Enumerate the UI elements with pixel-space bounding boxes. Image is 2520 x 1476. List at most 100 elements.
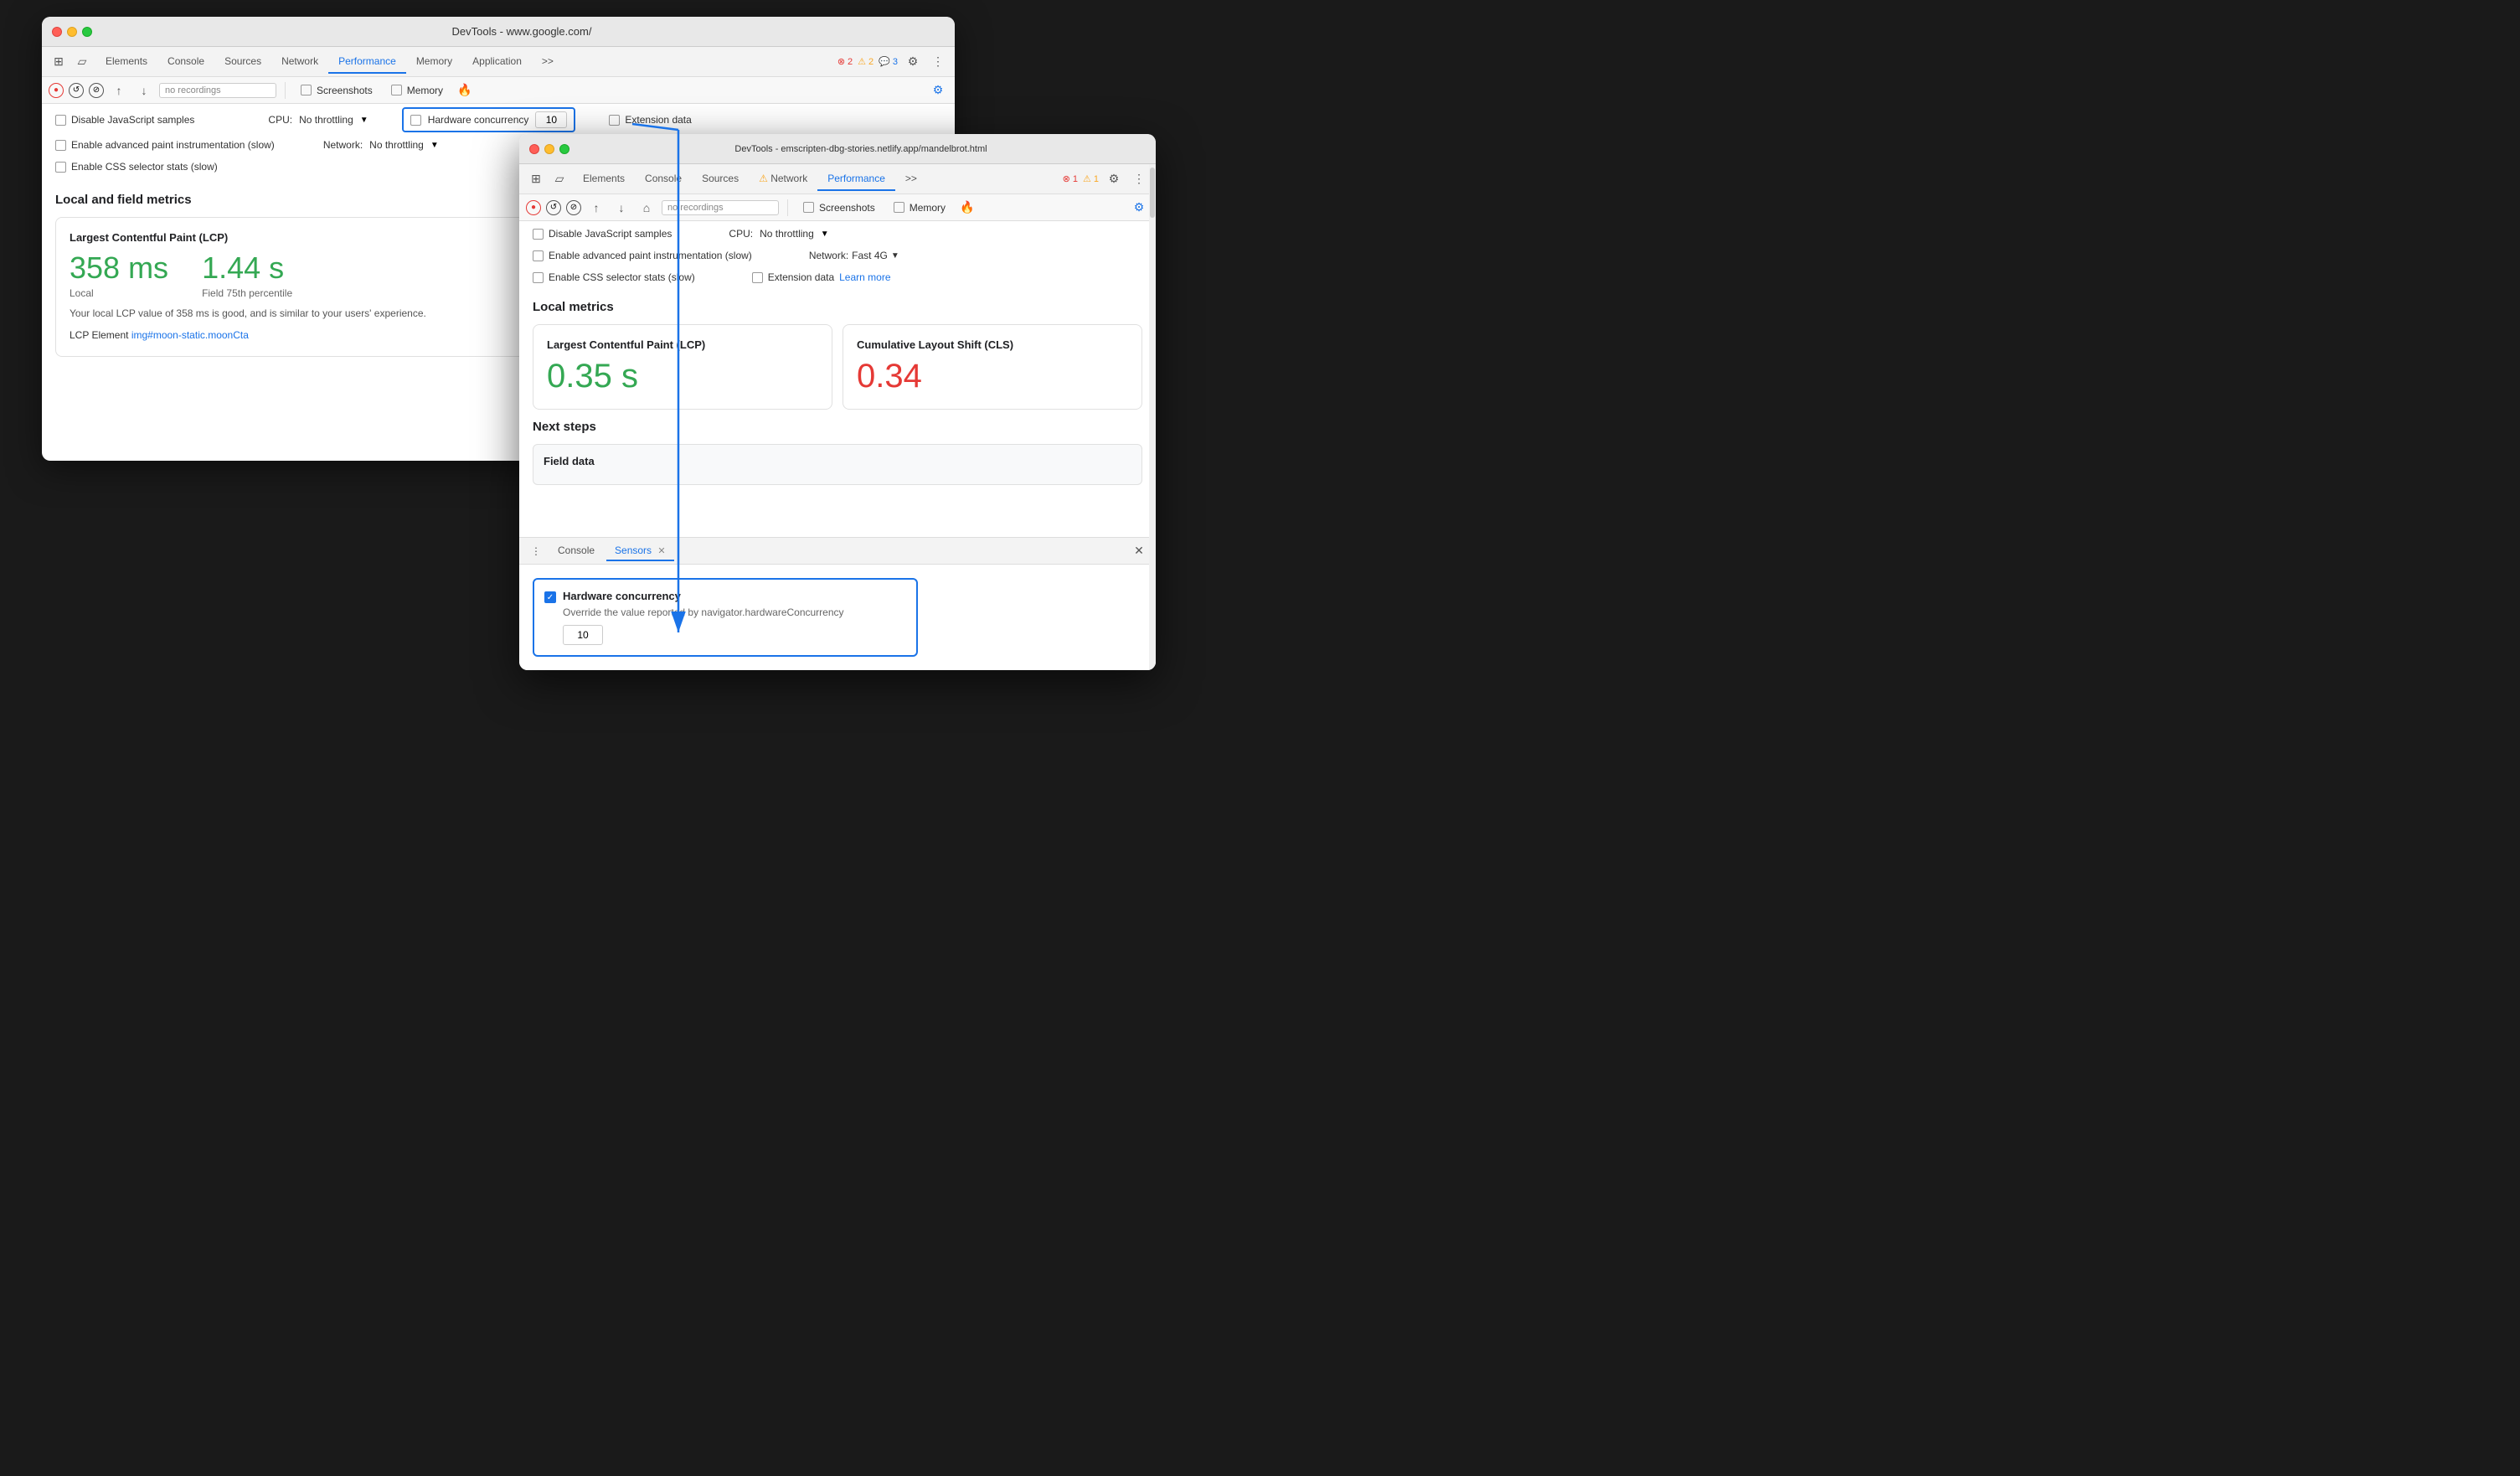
hw-sensors-input[interactable] [563,625,603,645]
front-options: Disable JavaScript samples CPU: No throt… [519,221,1156,290]
front-warn-badge: ⚠ 1 [1083,173,1099,184]
front-settings-icon[interactable]: ⚙ [1104,169,1124,189]
front-flame-icon[interactable]: 🔥 [957,198,977,218]
front-tab-network[interactable]: ⚠ Network [749,168,817,191]
bottom-panel-close-icon[interactable]: ✕ [1129,541,1149,561]
tab-performance[interactable]: Performance [328,50,406,74]
more-options-icon[interactable]: ⋮ [928,52,948,72]
front-cpu-dropdown-icon[interactable]: ▼ [821,230,829,239]
hw-sensors-checkbox[interactable] [544,591,556,603]
lcp-field-value: 1.44 s [202,250,292,286]
front-upload-icon[interactable]: ↑ [586,198,606,218]
lcp-local-value: 358 ms [70,250,168,286]
enable-paint-checkbox[interactable] [55,140,66,151]
front-tab-network-warn: ⚠ [759,173,770,184]
lcp-selector-link[interactable]: img#moon-static.moonCta [131,329,249,341]
front-recordings-input[interactable]: no recordings [662,200,779,215]
next-steps-title: Next steps [533,420,1142,434]
hw-concurrency-input-back[interactable] [535,111,567,128]
record-button[interactable]: ● [49,83,64,98]
front-traffic-lights [529,144,569,154]
flame-icon[interactable]: 🔥 [455,80,475,101]
front-extension-data-checkbox[interactable] [752,272,763,283]
scrollbar[interactable] [1149,164,1156,670]
maximize-button[interactable] [82,27,92,37]
front-record-button[interactable]: ● [526,200,541,215]
close-button[interactable] [52,27,62,37]
front-enable-paint-checkbox[interactable] [533,250,544,261]
front-disable-js-label: Disable JavaScript samples [549,228,672,240]
bottom-tab-console[interactable]: Console [549,541,603,561]
enable-paint-row: Enable advanced paint instrumentation (s… [49,136,281,154]
learn-more-link[interactable]: Learn more [839,271,890,283]
tab-memory[interactable]: Memory [406,50,462,74]
disable-js-checkbox[interactable] [55,115,66,126]
front-enable-css-checkbox[interactable] [533,272,544,283]
hw-sensors-desc: Override the value reported by navigator… [563,606,906,618]
memory-checkbox[interactable] [391,85,402,95]
reload-button[interactable]: ↺ [69,83,84,98]
extension-data-checkbox-back[interactable] [609,115,620,126]
inspector-icon[interactable]: ⊞ [49,52,69,72]
scrollbar-thumb [1150,168,1155,218]
front-tab-more[interactable]: >> [895,168,927,191]
enable-css-label: Enable CSS selector stats (slow) [71,161,218,173]
cpu-dropdown-icon[interactable]: ▼ [360,116,368,125]
bottom-tab-sensors[interactable]: Sensors ✕ [606,541,674,561]
front-lcp-card: Largest Contentful Paint (LCP) 0.35 s [533,324,832,410]
front-more-icon[interactable]: ⋮ [1129,169,1149,189]
front-reload-button[interactable]: ↺ [546,200,561,215]
front-close-button[interactable] [529,144,539,154]
front-stop-button[interactable]: ⊘ [566,200,581,215]
device-icon[interactable]: ▱ [72,52,92,72]
toolbar-separator [285,82,286,99]
screenshots-checkbox-row: Screenshots [294,81,379,100]
toolbar-icons: ⊗ 2 ⚠ 2 💬 3 ⚙ ⋮ [837,52,948,72]
extension-data-label-back: Extension data [625,114,691,126]
tab-console[interactable]: Console [157,50,214,74]
front-titlebar: DevTools - emscripten-dbg-stories.netlif… [519,134,1156,164]
front-home-icon[interactable]: ⌂ [636,198,657,218]
upload-icon[interactable]: ↑ [109,80,129,101]
minimize-button[interactable] [67,27,77,37]
front-memory-checkbox[interactable] [894,202,904,213]
back-toolbar2: ● ↺ ⊘ ↑ ↓ no recordings Screenshots Memo… [42,77,955,104]
tab-sources[interactable]: Sources [214,50,271,74]
front-settings2-icon[interactable]: ⚙ [1129,198,1149,218]
front-minimize-button[interactable] [544,144,554,154]
tab-elements[interactable]: Elements [95,50,157,74]
front-inspector-icon[interactable]: ⊞ [526,169,546,189]
info-badge: 💬 3 [879,56,898,67]
front-tab-performance[interactable]: Performance [817,168,895,191]
front-disable-js-checkbox[interactable] [533,229,544,240]
front-screenshots-label: Screenshots [819,202,875,214]
stop-button[interactable]: ⊘ [89,83,104,98]
bottom-panel-menu-icon[interactable]: ⋮ [526,541,546,561]
tab-network[interactable]: Network [271,50,328,74]
front-tab-sources[interactable]: Sources [692,168,749,191]
network-value-back: No throttling [369,139,424,151]
warn-badge: ⚠ 2 [858,56,873,67]
hw-concurrency-checkbox-back[interactable] [410,115,421,126]
screenshots-checkbox[interactable] [301,85,312,95]
front-device-icon[interactable]: ▱ [549,169,569,189]
settings-icon[interactable]: ⚙ [903,52,923,72]
front-tab-elements[interactable]: Elements [573,168,635,191]
back-titlebar: DevTools - www.google.com/ [42,17,955,47]
download-icon[interactable]: ↓ [134,80,154,101]
lcp-element-label: LCP Element [70,329,128,341]
sensors-tab-close-icon[interactable]: ✕ [657,546,665,556]
settings2-icon[interactable]: ⚙ [928,80,948,101]
tab-more[interactable]: >> [532,50,564,74]
front-enable-paint-label: Enable advanced paint instrumentation (s… [549,250,752,261]
front-tab-console[interactable]: Console [635,168,692,191]
front-maximize-button[interactable] [559,144,569,154]
tab-application[interactable]: Application [462,50,532,74]
recordings-input[interactable]: no recordings [159,83,276,98]
enable-css-checkbox[interactable] [55,162,66,173]
front-download-icon[interactable]: ↓ [611,198,631,218]
network-dropdown-icon-back[interactable]: ▼ [430,141,439,150]
front-network-dropdown-icon[interactable]: ▼ [891,251,899,261]
field-data-section: Field data [533,444,1142,485]
front-screenshots-checkbox[interactable] [803,202,814,213]
